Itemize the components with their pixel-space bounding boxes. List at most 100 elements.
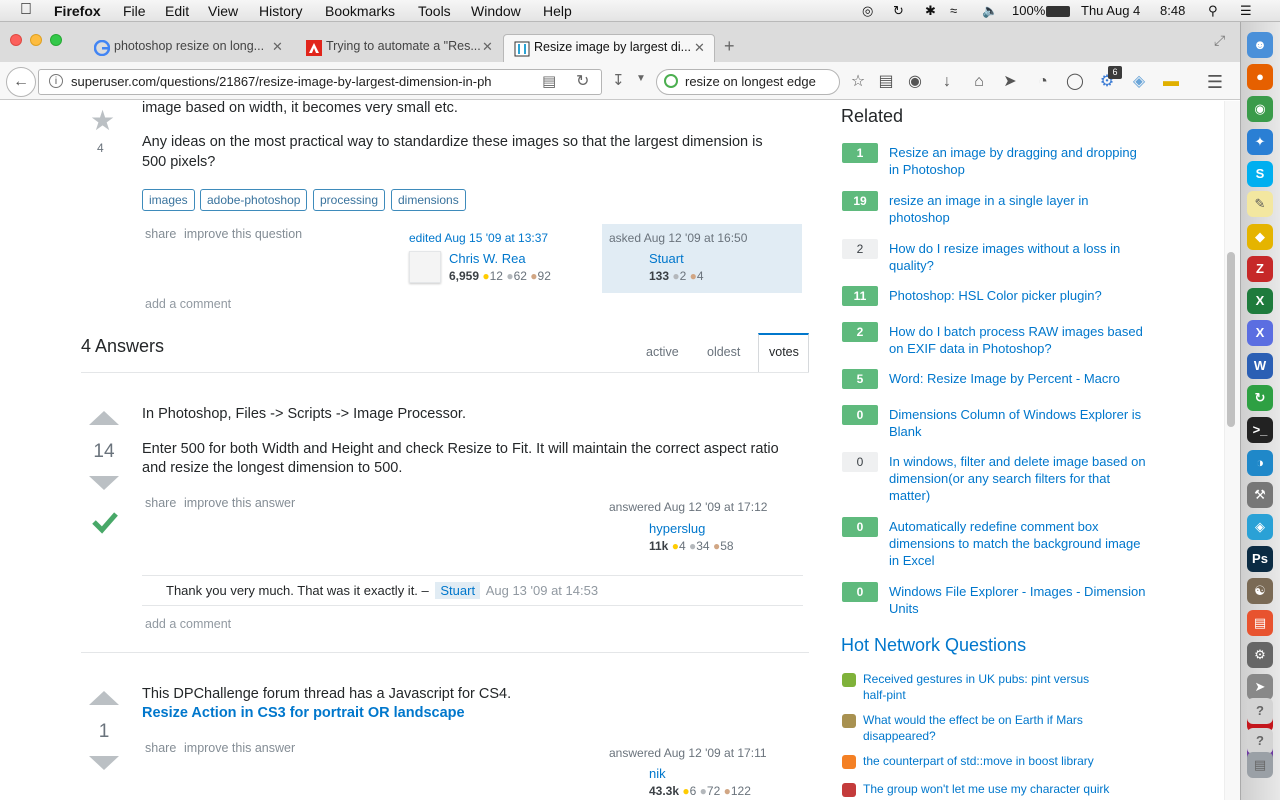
tag-adobe-photoshop[interactable]: adobe-photoshop xyxy=(200,189,308,211)
edited-timestamp[interactable]: edited Aug 15 '09 at 13:37 xyxy=(409,231,548,245)
menu-help[interactable]: Help xyxy=(543,3,572,19)
upvote-button[interactable] xyxy=(89,691,119,705)
editor-name[interactable]: Chris W. Rea xyxy=(449,251,526,266)
skype-icon[interactable]: S xyxy=(1247,161,1273,187)
menu-tools[interactable]: Tools xyxy=(418,3,451,19)
share-link[interactable]: share xyxy=(145,227,176,241)
creative-cloud-icon[interactable]: ◎ xyxy=(862,3,873,19)
fullscreen-icon[interactable]: ⤢ xyxy=(1214,32,1225,49)
related-question-link[interactable]: How do I batch process RAW images based … xyxy=(889,323,1149,357)
ruler-icon[interactable]: ▬ xyxy=(1161,72,1181,92)
add-comment-link[interactable]: add a comment xyxy=(145,297,231,311)
safari-icon[interactable]: ✦ xyxy=(1247,129,1273,155)
adium-icon[interactable]: ◆ xyxy=(1247,224,1273,250)
tab-superuser[interactable]: Resize image by largest di... ✕ xyxy=(503,34,715,62)
improve-answer-link[interactable]: improve this answer xyxy=(184,496,295,510)
tab-close-icon[interactable]: ✕ xyxy=(482,39,493,55)
menu-file[interactable]: File xyxy=(123,3,146,19)
site-info-icon[interactable]: i xyxy=(49,74,63,88)
avatar[interactable] xyxy=(409,251,441,283)
search-bar[interactable]: resize on longest edge xyxy=(656,69,840,95)
firefox-icon[interactable]: ● xyxy=(1247,64,1273,90)
trash-icon[interactable]: ▤ xyxy=(1247,752,1273,778)
window-close-button[interactable] xyxy=(10,34,22,46)
hot-question-link[interactable]: What would the effect be on Earth if Mar… xyxy=(863,712,1113,744)
automator-icon[interactable]: ⚙ xyxy=(1247,642,1273,668)
word-icon[interactable]: W xyxy=(1247,353,1273,379)
related-question-link[interactable]: Automatically redefine comment box dimen… xyxy=(889,518,1149,569)
window-minimize-button[interactable] xyxy=(30,34,42,46)
improve-answer-link[interactable]: improve this answer xyxy=(184,741,295,755)
chat-icon[interactable]: ◯ xyxy=(1065,72,1085,92)
download-icon[interactable]: ↧ xyxy=(612,71,625,89)
downvote-button[interactable] xyxy=(89,476,119,490)
bookmark-star-icon[interactable]: ☆ xyxy=(848,72,868,92)
notification-center-icon[interactable]: ☰ xyxy=(1240,3,1252,19)
answerer-name[interactable]: hyperslug xyxy=(649,521,705,536)
answerer-name[interactable]: nik xyxy=(649,766,666,781)
tab-adobe[interactable]: Trying to automate a "Res... ✕ xyxy=(296,34,502,62)
comment-user[interactable]: Stuart xyxy=(435,582,481,599)
menu-app-firefox[interactable]: Firefox xyxy=(54,3,101,19)
history-icon[interactable]: ◔ xyxy=(1033,72,1053,92)
related-question-link[interactable]: Dimensions Column of Windows Explorer is… xyxy=(889,406,1149,440)
excel-icon[interactable]: X xyxy=(1247,288,1273,314)
related-question-link[interactable]: resize an image in a single layer in pho… xyxy=(889,192,1149,226)
tab-close-icon[interactable]: ✕ xyxy=(694,40,705,56)
wifi-icon[interactable]: ≈ xyxy=(950,3,957,18)
answer-link[interactable]: Resize Action in CS3 for portrait OR lan… xyxy=(142,705,465,721)
upvote-button[interactable] xyxy=(89,411,119,425)
search-engine-icon[interactable] xyxy=(664,74,678,88)
tag-dimensions[interactable]: dimensions xyxy=(391,189,466,211)
tab-google[interactable]: photoshop resize on long... ✕ xyxy=(84,34,296,62)
xcode-icon[interactable]: X xyxy=(1247,320,1273,346)
filezilla-icon[interactable]: Z xyxy=(1247,256,1273,282)
pocket-icon[interactable]: ◉ xyxy=(905,72,925,92)
sync-icon[interactable]: ↻ xyxy=(1247,385,1273,411)
reload-icon[interactable]: ↻ xyxy=(576,71,589,91)
share-link[interactable]: share xyxy=(145,741,176,755)
finder-icon[interactable]: ☻ xyxy=(1247,32,1273,58)
home-icon[interactable]: ⌂ xyxy=(969,72,989,92)
page-scrollbar[interactable] xyxy=(1224,101,1240,800)
window-zoom-button[interactable] xyxy=(50,34,62,46)
chrome-icon[interactable]: ◉ xyxy=(1247,96,1273,122)
hot-question-link[interactable]: The group won't let me use my character … xyxy=(863,781,1113,797)
tools-icon[interactable]: ⚒ xyxy=(1247,482,1273,508)
hot-question-link[interactable]: Received gestures in UK pubs: pint versu… xyxy=(863,671,1113,703)
globe-icon[interactable]: ◈ xyxy=(1129,72,1149,92)
menu-history[interactable]: History xyxy=(259,3,303,19)
downvote-button[interactable] xyxy=(89,756,119,770)
tag-processing[interactable]: processing xyxy=(313,189,386,211)
tag-images[interactable]: images xyxy=(142,189,195,211)
scrollbar-thumb[interactable] xyxy=(1227,252,1235,427)
vpn-icon[interactable]: ◑ xyxy=(1247,450,1273,476)
tab-sort-active[interactable]: active xyxy=(646,345,679,359)
url-bar[interactable]: i superuser.com/questions/21867/resize-i… xyxy=(38,69,602,95)
battery-icon[interactable] xyxy=(1046,6,1070,17)
comment-date[interactable]: Aug 13 '09 at 14:53 xyxy=(486,583,598,598)
reader-view-icon[interactable]: ▤ xyxy=(542,72,556,90)
clock-day[interactable]: Thu Aug 4 xyxy=(1081,3,1140,18)
related-question-link[interactable]: Windows File Explorer - Images - Dimensi… xyxy=(889,583,1149,617)
add-comment-link[interactable]: add a comment xyxy=(145,617,231,631)
hot-question-link[interactable]: the counterpart of std::move in boost li… xyxy=(863,753,1113,769)
menu-view[interactable]: View xyxy=(208,3,238,19)
related-question-link[interactable]: Resize an image by dragging and dropping… xyxy=(889,144,1149,178)
help-icon[interactable]: ? xyxy=(1247,728,1273,754)
improve-question-link[interactable]: improve this question xyxy=(184,227,302,241)
hamburger-menu-icon[interactable]: ☰ xyxy=(1205,72,1225,92)
send-icon[interactable]: ➤ xyxy=(1000,72,1020,92)
downloads-icon[interactable]: ↓ xyxy=(937,72,957,92)
photoshop-icon[interactable]: Ps xyxy=(1247,546,1273,572)
gimp-icon[interactable]: ☯ xyxy=(1247,578,1273,604)
rocket-icon[interactable]: ➤ xyxy=(1247,674,1273,700)
time-machine-icon[interactable]: ↻ xyxy=(893,3,904,19)
menu-window[interactable]: Window xyxy=(471,3,521,19)
bluetooth-icon[interactable]: ✱ xyxy=(925,3,936,19)
help-icon[interactable]: ? xyxy=(1247,698,1273,724)
tab-sort-oldest[interactable]: oldest xyxy=(707,345,740,359)
tab-close-icon[interactable]: ✕ xyxy=(272,39,283,55)
volume-icon[interactable]: 🔈 xyxy=(982,3,998,19)
chevron-down-icon[interactable]: ▼ xyxy=(636,73,646,84)
